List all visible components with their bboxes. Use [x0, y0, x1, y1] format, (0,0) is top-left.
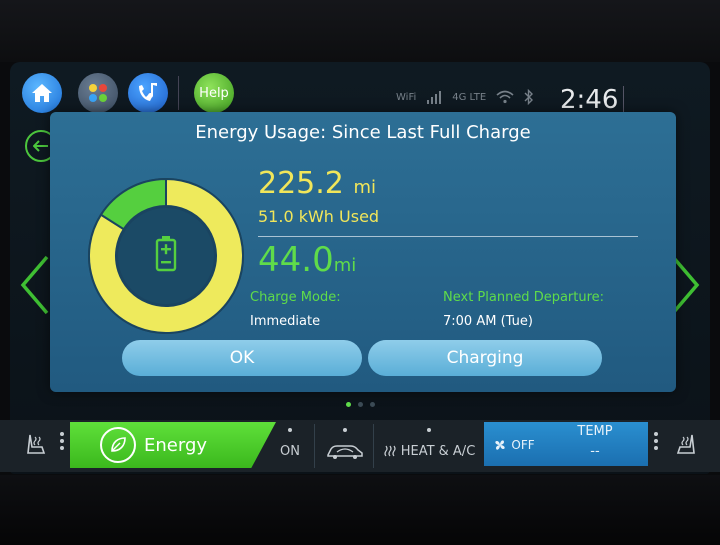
temp-value[interactable]: --	[560, 440, 630, 462]
home-button[interactable]	[22, 73, 62, 113]
departure-label: Next Planned Departure:	[443, 290, 605, 305]
distance-unit: mi	[353, 177, 376, 198]
heat-waves-icon	[384, 445, 396, 457]
passenger-seat-heat-button[interactable]	[664, 422, 710, 468]
status-separator	[178, 76, 179, 110]
energy-gauge	[88, 178, 244, 334]
driver-seat-menu-icon[interactable]	[60, 432, 64, 450]
wifi-signal-icon	[496, 90, 514, 104]
dialog-title: Energy Usage: Since Last Full Charge	[195, 122, 531, 143]
passenger-seat-menu-icon[interactable]	[654, 432, 658, 450]
fan-off-button[interactable]: OFF	[486, 422, 542, 468]
fan-icon	[495, 440, 506, 450]
apps-grid-icon	[89, 84, 107, 102]
departure-value: 7:00 AM (Tue)	[443, 314, 533, 329]
home-icon	[32, 84, 52, 102]
page-indicator	[346, 402, 375, 407]
temp-label: TEMP	[577, 423, 613, 439]
phone-music-icon	[139, 83, 157, 101]
page-dot-1	[346, 402, 351, 407]
climate-on-label: ON	[280, 443, 300, 459]
charge-mode-value: Immediate	[250, 314, 321, 329]
back-arrow-icon	[33, 140, 48, 152]
charge-mode-label: Charge Mode:	[250, 290, 341, 305]
fan-off-label: OFF	[511, 438, 535, 452]
energy-tab[interactable]: Energy	[70, 422, 276, 468]
climate-on-button[interactable]: ON	[270, 428, 310, 474]
heated-seat-icon	[27, 434, 46, 454]
page-dot-2	[358, 402, 363, 407]
bottom-bezel	[0, 475, 720, 545]
heated-seat-icon	[676, 434, 695, 454]
network-type-icon: 4G LTE	[452, 91, 487, 103]
connectivity-icons: WiFi 4G LTE	[396, 86, 534, 108]
energy-used: 51.0 kWh Used	[258, 207, 380, 226]
distance-value: 225.2	[258, 166, 344, 201]
wifi-status-icon: WiFi	[396, 91, 417, 103]
help-button[interactable]: Help	[194, 73, 234, 113]
range-value: 44.0	[258, 240, 334, 280]
bluetooth-icon	[524, 89, 534, 105]
range-unit: mi	[333, 255, 357, 276]
energy-tab-label: Energy	[144, 434, 208, 456]
previous-page-arrow-icon[interactable]	[20, 255, 50, 315]
stats-divider	[258, 236, 638, 237]
energy-usage-dialog: Energy Usage: Since Last Full Charge 225…	[50, 112, 676, 392]
apps-button[interactable]	[78, 73, 118, 113]
clock-separator	[623, 86, 624, 112]
remaining-range: 44.0mi	[258, 240, 356, 280]
page-dot-3	[370, 402, 375, 407]
ok-button[interactable]: OK	[122, 340, 362, 376]
signal-strength-icon	[427, 91, 442, 104]
distance-since-charge: 225.2 mi	[258, 166, 376, 201]
bar-divider	[314, 424, 315, 468]
charging-button[interactable]: Charging	[368, 340, 602, 376]
help-label: Help	[199, 85, 229, 101]
bar-divider	[373, 424, 374, 468]
heat-ac-label: HEAT & A/C	[400, 443, 476, 459]
heat-ac-button[interactable]: HEAT & A/C	[376, 428, 482, 474]
driver-seat-heat-button[interactable]	[8, 422, 62, 468]
top-bezel	[0, 0, 720, 62]
car-recirculation-icon	[327, 445, 363, 459]
recirculation-button[interactable]	[318, 428, 372, 474]
leaf-icon	[100, 427, 136, 463]
phone-music-button[interactable]	[128, 73, 168, 113]
